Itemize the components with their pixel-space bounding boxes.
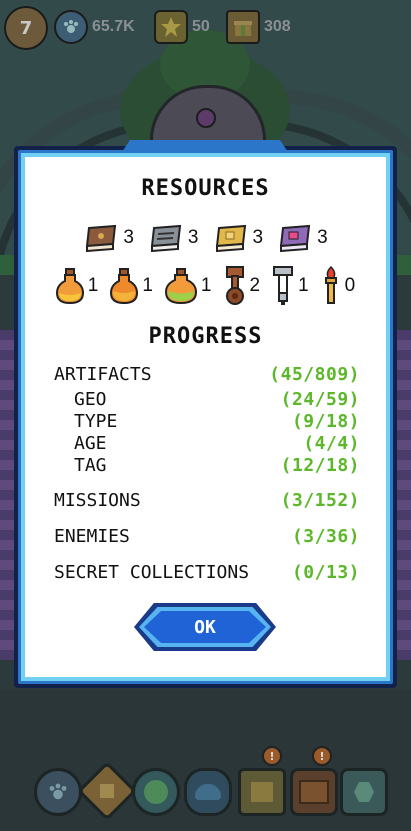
resource-item-5: 1 xyxy=(272,266,309,306)
world-button[interactable] xyxy=(132,768,180,816)
resource-count: 3 xyxy=(123,227,134,248)
bottom-toolbar: ! ! xyxy=(0,746,411,831)
resource-item-3: 1 xyxy=(164,266,212,306)
progress-value: (0/13) xyxy=(291,562,360,583)
progress-row-enemies: ENEMIES (3/36) xyxy=(54,526,360,547)
progress-row-artifacts: ARTIFACTS (45/809) xyxy=(54,364,360,385)
orange-potion-medium-icon xyxy=(110,268,139,305)
resource-count: 1 xyxy=(87,275,99,296)
progress-value: (9/18) xyxy=(291,411,360,432)
gold-book-icon xyxy=(215,224,246,252)
gift-box-icon xyxy=(251,782,273,802)
progress-row-age: AGE (4/4) xyxy=(54,433,360,454)
paw-icon xyxy=(49,783,67,800)
chest-button[interactable] xyxy=(290,768,338,816)
progress-value: (45/809) xyxy=(269,364,360,385)
hexagon-icon xyxy=(354,782,374,802)
treasure-chest-icon xyxy=(299,780,329,804)
progress-row-secret-collections: SECRET COLLECTIONS (0/13) xyxy=(54,562,360,583)
progress-label: TAG xyxy=(74,455,107,476)
progress-title: PROGRESS xyxy=(148,324,263,349)
silver-key-icon xyxy=(273,266,294,305)
resource-count: 0 xyxy=(344,275,356,296)
resource-count: 2 xyxy=(249,275,261,296)
resource-count: 3 xyxy=(252,227,264,248)
resource-count: 1 xyxy=(298,275,309,296)
resource-item-1: 1 xyxy=(55,266,99,306)
gift-button[interactable] xyxy=(238,768,286,816)
top-hud: 7 65.7K 50 308 xyxy=(0,0,411,55)
resource-book-2: 3 xyxy=(148,224,199,252)
settings-button[interactable] xyxy=(340,768,388,816)
star-currency[interactable]: 50 xyxy=(154,10,210,44)
progress-label: SECRET COLLECTIONS xyxy=(54,562,250,583)
gift-alert-icon: ! xyxy=(262,746,282,766)
progress-label: ENEMIES xyxy=(54,526,130,547)
fire-torch-icon xyxy=(324,266,337,304)
resource-count: 1 xyxy=(142,275,153,296)
progress-value: (12/18) xyxy=(280,455,360,476)
progress-value: (24/59) xyxy=(280,389,360,410)
brown-book-icon xyxy=(86,224,117,252)
progress-row-geo: GEO (24/59) xyxy=(54,389,360,410)
resource-item-6: 0 xyxy=(321,266,356,306)
gray-book-icon xyxy=(150,224,182,252)
resource-item-2: 1 xyxy=(110,266,153,306)
paw-count: 65.7K xyxy=(92,18,135,35)
map-icon xyxy=(100,784,114,798)
resource-book-1: 3 xyxy=(83,224,134,252)
resources-title: RESOURCES xyxy=(141,176,270,201)
chest-alert-icon: ! xyxy=(312,746,332,766)
purple-book-icon xyxy=(279,224,311,252)
paw-currency[interactable]: 65.7K xyxy=(54,10,135,44)
books-row: 3 3 3 3 xyxy=(14,224,397,252)
paw-menu-button[interactable] xyxy=(34,768,82,816)
ok-button[interactable]: OK xyxy=(134,603,276,651)
box-count: 308 xyxy=(264,18,291,35)
star-count: 50 xyxy=(192,18,210,35)
progress-label: AGE xyxy=(74,433,107,454)
box-currency[interactable]: 308 xyxy=(226,10,291,44)
resource-count: 1 xyxy=(200,275,212,296)
progress-row-type: TYPE (9/18) xyxy=(54,411,360,432)
resource-book-3: 3 xyxy=(213,224,264,252)
progress-label: ARTIFACTS xyxy=(54,364,152,385)
progress-row-missions: MISSIONS (3/152) xyxy=(54,490,360,511)
map-button[interactable] xyxy=(77,761,137,821)
green-potion-large-icon xyxy=(164,268,197,305)
level-value: 7 xyxy=(19,17,33,39)
globe-icon xyxy=(144,780,168,804)
turtle-button[interactable] xyxy=(184,768,232,816)
ok-label: OK xyxy=(194,616,216,638)
progress-value: (3/152) xyxy=(280,490,360,511)
progress-label: TYPE xyxy=(74,411,118,432)
resource-count: 3 xyxy=(187,227,199,248)
progress-row-tag: TAG (12/18) xyxy=(54,455,360,476)
gift-box-icon xyxy=(226,10,260,44)
progress-value: (3/36) xyxy=(291,526,360,547)
portal-eye-icon xyxy=(196,108,216,128)
star-icon xyxy=(154,10,188,44)
orange-potion-small-icon xyxy=(55,268,84,305)
resource-count: 3 xyxy=(317,227,328,248)
turtle-icon xyxy=(195,784,221,800)
progress-label: GEO xyxy=(74,389,107,410)
progress-label: MISSIONS xyxy=(54,490,141,511)
paw-icon xyxy=(54,10,88,44)
bronze-key-icon xyxy=(225,266,244,305)
progress-value: (4/4) xyxy=(303,433,360,454)
level-badge[interactable]: 7 xyxy=(4,6,48,50)
resource-item-4: 2 xyxy=(224,266,261,306)
resource-book-4: 3 xyxy=(277,224,328,252)
items-row: 1 1 1 2 1 0 xyxy=(14,266,397,306)
